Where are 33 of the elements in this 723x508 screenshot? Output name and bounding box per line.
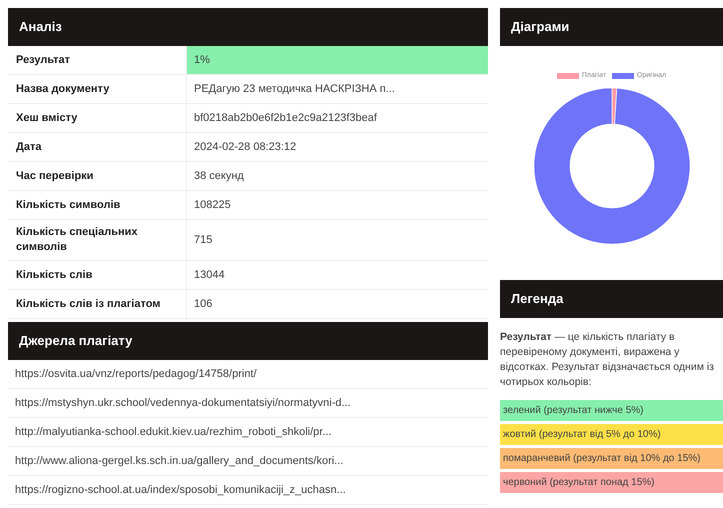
legend-description: Результат — це кількість плагіату в перевіреному документі, виражена у відсотках. Результат відзначається одним із чотирьох кольорів:: [500, 330, 715, 390]
row-label: Час перевірки: [8, 162, 187, 190]
section-header: Діаграми: [500, 8, 723, 46]
source-link[interactable]: https://rogizno-school.at.ua/index/sposobi_komunikaciji_z_uchasn...: [15, 482, 346, 498]
row-label: Кількість слів: [8, 261, 187, 289]
legend-swatch: [556, 73, 579, 80]
row-label: Назва документу: [8, 75, 187, 103]
section-header: Джерела плагіату: [8, 322, 488, 360]
row-label: Кількість слів із плагіатом: [8, 290, 187, 318]
row-value: bf0218ab2b0e6f2b1e2c9a2123f3beaf: [193, 110, 378, 126]
source-link[interactable]: https://osvita.ua/vnz/reports/pedagog/14758/print/: [15, 366, 257, 382]
row-label: Кількість символів: [8, 191, 187, 219]
row-label: Дата: [8, 133, 187, 161]
legend-color-item: зелений (результат нижче 5%): [500, 400, 723, 421]
legend-color-item: червоний (результат понад 15%): [500, 472, 723, 493]
legend-color-item: жовтий (результат від 5% до 10%): [500, 424, 723, 445]
row-value: 108225: [193, 198, 232, 213]
row-label: Хеш вмісту: [8, 104, 187, 132]
row-value: РЕДагую 23 методичка НАСКРІЗНА п...: [193, 82, 396, 97]
row-value: 715: [193, 232, 214, 248]
row-value: 2024-02-28 08:23:12: [193, 140, 298, 155]
section-header: Аналіз: [8, 8, 488, 46]
legend-swatch: [612, 73, 634, 80]
section-header: Легенда: [500, 280, 723, 318]
row-value: 106: [193, 296, 214, 312]
source-link[interactable]: http://malyutianka-school.edukit.kiev.ua/rezhim_roboti_shkoli/pr...: [15, 424, 332, 440]
row-value: 38 секунд: [193, 168, 245, 184]
row-label: Кількість спеціальних символів: [8, 220, 187, 260]
source-link[interactable]: http://www.aliona-gergel.ks.sch.in.ua/gallery_and_documents/kori...: [15, 452, 344, 470]
source-link[interactable]: https://mstyshyn.ukr.school/vedennya-dokumentatsiyi/normatyvni-d...: [15, 394, 351, 412]
row-value: 1%: [187, 46, 488, 74]
row-value: 13044: [193, 268, 226, 283]
legend-color-item: помаранчевий (результат від 10% до 15%): [500, 448, 723, 469]
